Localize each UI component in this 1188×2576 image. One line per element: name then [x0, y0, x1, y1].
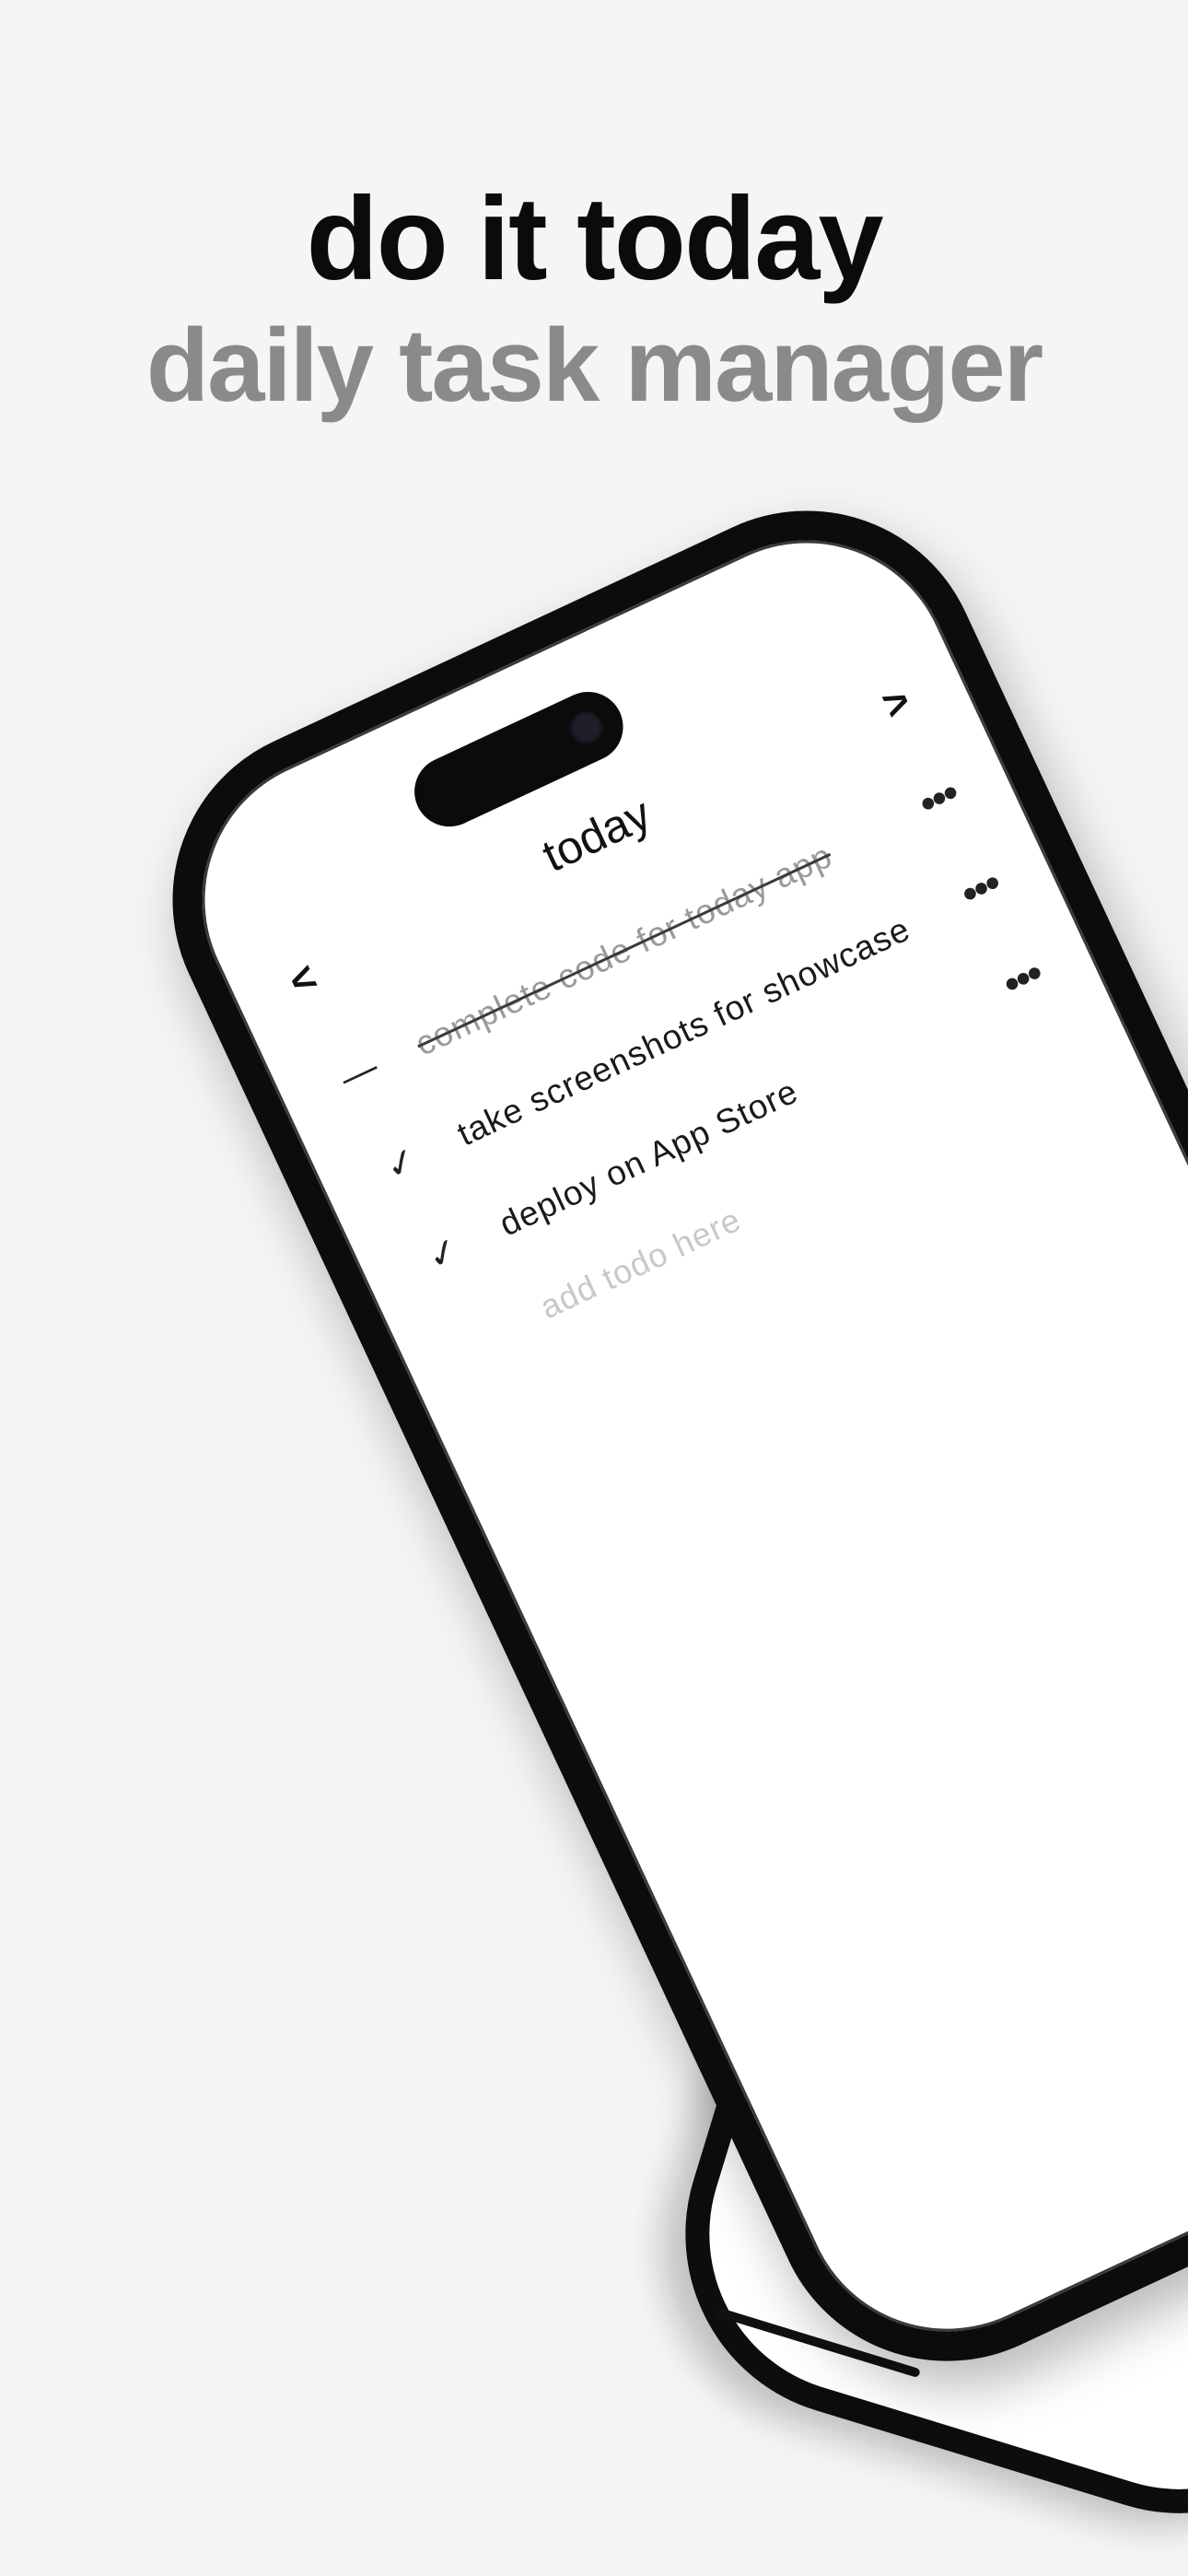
camera-lens — [564, 705, 609, 750]
phone-device: < today > — complete code for today app … — [115, 452, 1188, 2419]
checkmark-icon[interactable]: ✓ — [418, 1227, 470, 1282]
checkmark-icon[interactable]: ✓ — [376, 1137, 427, 1191]
marketing-title: do it today — [306, 173, 883, 305]
more-dots-icon[interactable]: ••• — [912, 770, 965, 827]
marketing-subtitle: daily task manager — [146, 308, 1044, 423]
more-dots-icon[interactable]: ••• — [996, 951, 1050, 1008]
dash-icon[interactable]: — — [333, 1047, 384, 1100]
more-dots-icon[interactable]: ••• — [954, 861, 1007, 918]
